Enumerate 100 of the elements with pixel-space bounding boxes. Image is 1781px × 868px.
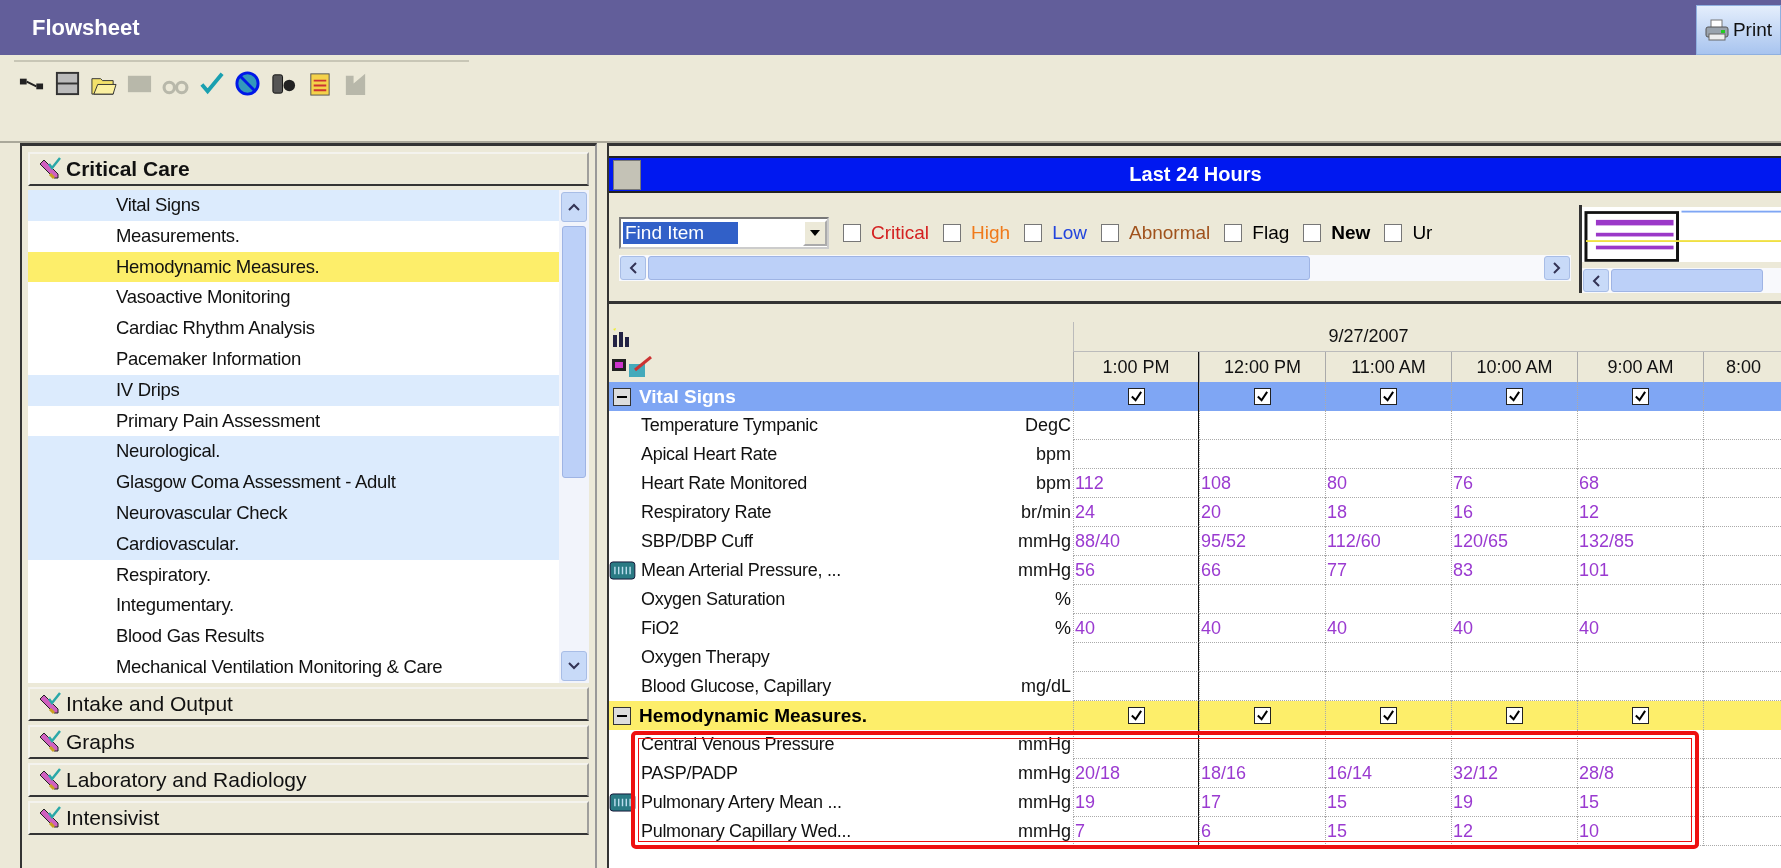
horizontal-scrollbar[interactable] [619, 255, 1571, 281]
table-cell[interactable]: 80 [1325, 469, 1451, 498]
scroll-thumb[interactable] [562, 226, 586, 478]
print-button[interactable]: Print [1695, 4, 1781, 55]
table-cell[interactable] [1325, 440, 1451, 469]
filter-checkbox[interactable] [843, 224, 861, 242]
table-cell[interactable] [1199, 730, 1325, 759]
column-checkbox[interactable] [1254, 388, 1271, 405]
table-cell[interactable]: 20/18 [1073, 759, 1199, 788]
table-cell[interactable]: 15 [1577, 788, 1703, 817]
column-checkbox[interactable] [1632, 707, 1649, 724]
column-checkbox[interactable] [1380, 707, 1397, 724]
table-cell[interactable] [1073, 411, 1199, 440]
table-cell[interactable] [1325, 730, 1451, 759]
table-cell[interactable]: 18 [1325, 498, 1451, 527]
scroll-thumb[interactable] [1611, 269, 1763, 292]
scroll-right-button[interactable] [1544, 256, 1570, 280]
scrollbar[interactable] [559, 190, 589, 683]
table-cell[interactable] [1703, 817, 1781, 846]
chart-tools-icon[interactable] [611, 356, 655, 378]
table-cell[interactable]: 108 [1199, 469, 1325, 498]
table-cell[interactable] [1703, 788, 1781, 817]
timeline-overview-drawing[interactable] [1582, 207, 1781, 263]
table-cell[interactable]: 12 [1451, 817, 1577, 846]
table-cell[interactable] [1577, 411, 1703, 440]
table-cell[interactable] [1703, 498, 1781, 527]
table-cell[interactable] [1703, 556, 1781, 585]
table-cell[interactable]: 40 [1577, 614, 1703, 643]
table-cell[interactable] [1703, 411, 1781, 440]
table-cell[interactable]: 28/8 [1577, 759, 1703, 788]
table-cell[interactable]: 56 [1073, 556, 1199, 585]
table-cell[interactable]: 17 [1199, 788, 1325, 817]
table-cell[interactable]: 15 [1325, 788, 1451, 817]
filter-checkbox[interactable] [1384, 224, 1403, 242]
table-cell[interactable] [1703, 730, 1781, 759]
table-cell[interactable] [1199, 643, 1325, 672]
table-cell[interactable]: 19 [1073, 788, 1199, 817]
scroll-up-button[interactable] [561, 192, 587, 222]
column-checkbox[interactable] [1380, 388, 1397, 405]
section-header[interactable]: Critical Care [28, 152, 589, 186]
table-cell[interactable] [1199, 585, 1325, 614]
table-cell[interactable] [1325, 643, 1451, 672]
table-cell[interactable] [1325, 585, 1451, 614]
table-cell[interactable] [1325, 411, 1451, 440]
table-cell[interactable] [1073, 730, 1199, 759]
table-cell[interactable] [1703, 440, 1781, 469]
table-cell[interactable]: 19 [1451, 788, 1577, 817]
table-cell[interactable] [1451, 585, 1577, 614]
table-cell[interactable]: 6 [1199, 817, 1325, 846]
table-cell[interactable] [1451, 730, 1577, 759]
sidebar-item[interactable]: Vital Signs [28, 190, 559, 221]
filter-checkbox[interactable] [1303, 224, 1322, 242]
column-checkbox[interactable] [1127, 388, 1145, 405]
table-cell[interactable] [1073, 643, 1199, 672]
sidebar-item[interactable]: Neurovascular Check [28, 497, 559, 529]
collapse-toggle[interactable] [613, 387, 631, 406]
table-cell[interactable]: 24 [1073, 498, 1199, 527]
filter-checkbox[interactable] [1101, 224, 1119, 242]
table-cell[interactable]: 112/60 [1325, 527, 1451, 556]
table-cell[interactable]: 68 [1577, 469, 1703, 498]
table-cell[interactable]: 32/12 [1451, 759, 1577, 788]
table-cell[interactable]: 88/40 [1073, 527, 1199, 556]
filter-checkbox[interactable] [1224, 224, 1243, 242]
column-checkbox[interactable] [1254, 707, 1271, 724]
scroll-left-button[interactable] [1583, 269, 1609, 292]
table-cell[interactable]: 40 [1073, 614, 1199, 643]
table-cell[interactable] [1703, 527, 1781, 556]
monitor-icon[interactable] [609, 793, 636, 812]
filter-checkbox[interactable] [1024, 224, 1043, 242]
table-cell[interactable] [1073, 440, 1199, 469]
sidebar-item[interactable]: Glasgow Coma Assessment - Adult [28, 467, 559, 498]
table-cell[interactable]: 77 [1325, 556, 1451, 585]
sidebar-item[interactable]: IV Drips [28, 374, 559, 406]
table-cell[interactable] [1703, 759, 1781, 788]
section-header[interactable]: Laboratory and Radiology [28, 762, 589, 797]
table-cell[interactable] [1577, 730, 1703, 759]
group-header[interactable]: Hemodynamic Measures. [609, 701, 1781, 730]
table-cell[interactable]: 66 [1199, 556, 1325, 585]
table-cell[interactable] [1199, 440, 1325, 469]
checkmark-icon[interactable] [198, 70, 225, 97]
section-header[interactable]: Intensivist [28, 800, 589, 835]
table-cell[interactable] [1199, 411, 1325, 440]
section-header[interactable]: Intake and Output [28, 686, 589, 721]
table-cell[interactable]: 16/14 [1325, 759, 1451, 788]
table-cell[interactable]: 20 [1199, 498, 1325, 527]
table-cell[interactable] [1073, 585, 1199, 614]
table-cell[interactable] [1703, 585, 1781, 614]
table-cell[interactable] [1451, 411, 1577, 440]
sidebar-item[interactable]: Cardiovascular. [28, 528, 559, 560]
window-split-icon[interactable] [54, 70, 81, 97]
horizontal-scrollbar[interactable] [1582, 268, 1781, 293]
table-cell[interactable]: 18/16 [1199, 759, 1325, 788]
column-checkbox[interactable] [1127, 707, 1145, 724]
scroll-thumb[interactable] [648, 256, 1310, 280]
table-cell[interactable] [1577, 440, 1703, 469]
scroll-down-button[interactable] [561, 650, 587, 681]
table-cell[interactable]: 10 [1577, 817, 1703, 846]
table-cell[interactable] [1451, 440, 1577, 469]
table-cell[interactable]: 40 [1451, 614, 1577, 643]
column-checkbox[interactable] [1506, 388, 1523, 405]
